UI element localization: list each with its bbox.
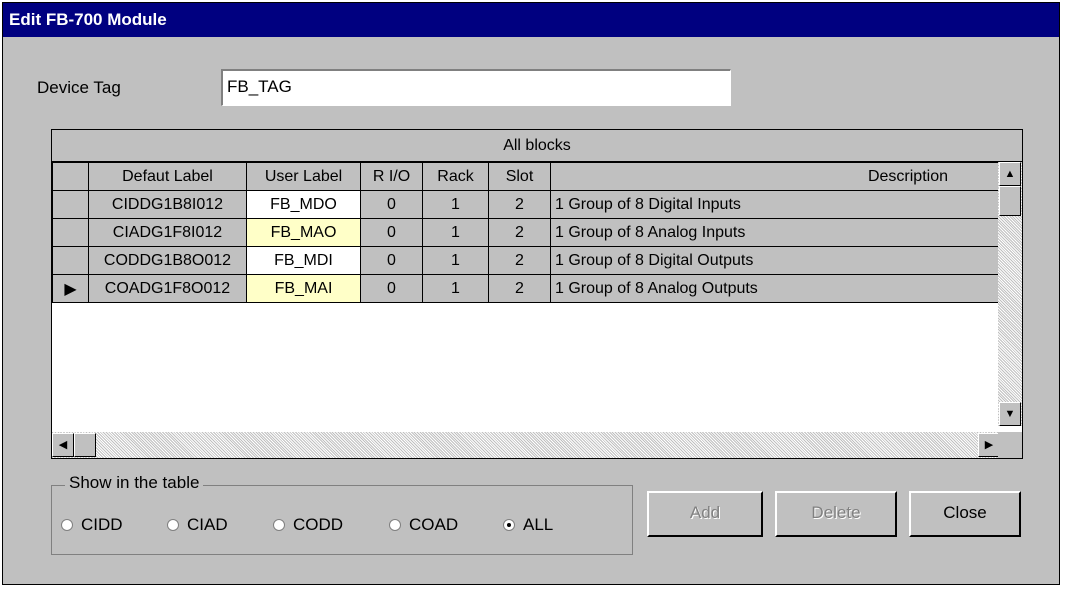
table-row[interactable]: CIDDG1B8I012 FB_MDO 0 1 2 1 Group of 8 D… bbox=[52, 190, 1001, 219]
scrollbar-corner bbox=[998, 432, 1022, 458]
radio-codd[interactable]: CODD bbox=[273, 515, 343, 535]
radio-label: CIDD bbox=[81, 515, 123, 534]
radio-label: COAD bbox=[409, 515, 459, 534]
row-selector[interactable] bbox=[52, 218, 89, 247]
table-row[interactable]: ▶ COADG1F8O012 FB_MAI 0 1 2 1 Group of 8… bbox=[52, 274, 1001, 303]
scroll-left-icon[interactable]: ◀ bbox=[52, 433, 74, 457]
radio-coad[interactable]: COAD bbox=[389, 515, 458, 535]
radio-button-selected-icon[interactable] bbox=[503, 519, 515, 531]
radio-label: CODD bbox=[293, 515, 344, 534]
device-tag-input[interactable]: FB_TAG bbox=[221, 69, 731, 106]
cell-user-label[interactable]: FB_MAO bbox=[246, 218, 361, 247]
cell-default-label[interactable]: CIDDG1B8I012 bbox=[88, 190, 247, 219]
horizontal-scroll-thumb[interactable] bbox=[74, 433, 96, 457]
radio-all[interactable]: ALL bbox=[503, 515, 553, 535]
cell-user-label[interactable]: FB_MDO bbox=[246, 190, 361, 219]
radio-button-icon[interactable] bbox=[61, 519, 73, 531]
scroll-up-icon[interactable]: ▲ bbox=[999, 162, 1021, 186]
cell-description[interactable]: 1 Group of 8 Analog Inputs bbox=[550, 218, 1001, 247]
radio-label: ALL bbox=[523, 515, 554, 534]
grid-caption: All blocks bbox=[52, 130, 1022, 162]
window-title: Edit FB-700 Module bbox=[3, 3, 1059, 37]
col-header-slot[interactable]: Slot bbox=[488, 162, 551, 191]
row-selector[interactable] bbox=[52, 246, 89, 275]
blocks-grid[interactable]: All blocks Defaut Label User Label R I/O… bbox=[51, 129, 1023, 459]
filter-group-title: Show in the table bbox=[65, 473, 204, 493]
current-row-indicator-icon[interactable]: ▶ bbox=[52, 274, 89, 303]
col-header-default-label[interactable]: Defaut Label bbox=[88, 162, 247, 191]
row-selector[interactable] bbox=[52, 190, 89, 219]
col-header-rack[interactable]: Rack bbox=[422, 162, 489, 191]
edit-module-window: Edit FB-700 Module Device Tag FB_TAG All… bbox=[2, 2, 1060, 585]
cell-rack[interactable]: 1 bbox=[422, 246, 489, 275]
cell-default-label[interactable]: CIADG1F8I012 bbox=[88, 218, 247, 247]
add-button[interactable]: Add bbox=[647, 491, 763, 537]
radio-button-icon[interactable] bbox=[389, 519, 401, 531]
cell-description[interactable]: 1 Group of 8 Digital Outputs bbox=[550, 246, 1001, 275]
delete-button[interactable]: Delete bbox=[775, 491, 897, 537]
cell-rack[interactable]: 1 bbox=[422, 218, 489, 247]
scroll-right-icon[interactable]: ▶ bbox=[978, 433, 1000, 457]
cell-user-label[interactable]: FB_MDI bbox=[246, 246, 361, 275]
cell-user-label[interactable]: FB_MAI bbox=[246, 274, 361, 303]
radio-cidd[interactable]: CIDD bbox=[61, 515, 123, 535]
cell-rio[interactable]: 0 bbox=[360, 246, 423, 275]
cell-description[interactable]: 1 Group of 8 Digital Inputs bbox=[550, 190, 1001, 219]
vertical-scrollbar[interactable]: ▲ ▼ bbox=[998, 162, 1022, 426]
radio-button-icon[interactable] bbox=[273, 519, 285, 531]
table-row[interactable]: CODDG1B8O012 FB_MDI 0 1 2 1 Group of 8 D… bbox=[52, 246, 1001, 275]
col-header-rio[interactable]: R I/O bbox=[360, 162, 423, 191]
cell-default-label[interactable]: CODDG1B8O012 bbox=[88, 246, 247, 275]
cell-rack[interactable]: 1 bbox=[422, 190, 489, 219]
radio-ciad[interactable]: CIAD bbox=[167, 515, 228, 535]
radio-button-icon[interactable] bbox=[167, 519, 179, 531]
cell-slot[interactable]: 2 bbox=[488, 246, 551, 275]
close-button[interactable]: Close bbox=[909, 491, 1021, 537]
cell-default-label[interactable]: COADG1F8O012 bbox=[88, 274, 247, 303]
cell-slot[interactable]: 2 bbox=[488, 218, 551, 247]
cell-rio[interactable]: 0 bbox=[360, 274, 423, 303]
table-row[interactable]: CIADG1F8I012 FB_MAO 0 1 2 1 Group of 8 A… bbox=[52, 218, 1001, 247]
cell-slot[interactable]: 2 bbox=[488, 190, 551, 219]
device-tag-label: Device Tag bbox=[37, 78, 121, 97]
cell-slot[interactable]: 2 bbox=[488, 274, 551, 303]
header-row: Defaut Label User Label R I/O Rack Slot … bbox=[52, 162, 1001, 191]
cell-rio[interactable]: 0 bbox=[360, 218, 423, 247]
scroll-down-icon[interactable]: ▼ bbox=[999, 402, 1021, 426]
blocks-table: Defaut Label User Label R I/O Rack Slot … bbox=[52, 162, 1001, 303]
horizontal-scrollbar[interactable]: ◀ ▶ bbox=[52, 432, 1000, 458]
col-header-description[interactable]: Description bbox=[550, 162, 1001, 191]
cell-description[interactable]: 1 Group of 8 Analog Outputs bbox=[550, 274, 1001, 303]
radio-label: CIAD bbox=[187, 515, 228, 534]
cell-rio[interactable]: 0 bbox=[360, 190, 423, 219]
vertical-scroll-thumb[interactable] bbox=[999, 186, 1021, 216]
row-selector-header bbox=[52, 162, 89, 191]
col-header-user-label[interactable]: User Label bbox=[246, 162, 361, 191]
cell-rack[interactable]: 1 bbox=[422, 274, 489, 303]
